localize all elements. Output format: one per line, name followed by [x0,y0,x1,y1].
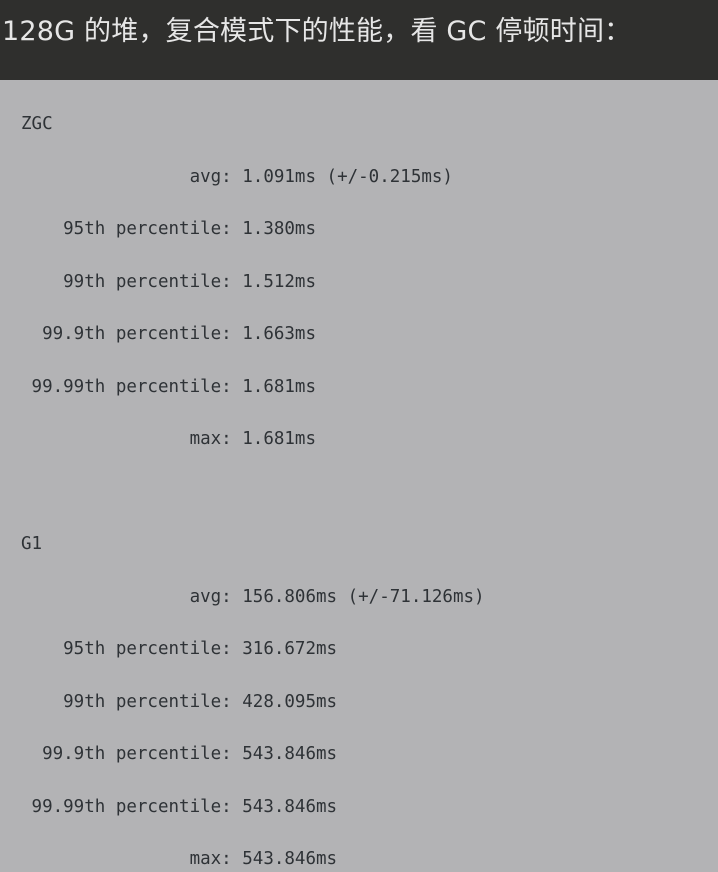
code-line-g1-p999: 99.9th percentile: 543.846ms [21,744,338,764]
code-line-zgc-p999: 99.9th percentile: 1.663ms [21,324,317,344]
code-block: ZGC avg: 1.091ms (+/-0.215ms) 95th perce… [0,80,718,872]
code-line-g1-avg: avg: 156.806ms (+/-71.126ms) [21,586,485,607]
section-heading: 128G 的堆，复合模式下的性能，看 GC 停顿时间： [2,16,632,47]
code-line-zgc-p99: 99th percentile: 1.512ms [21,271,317,292]
code-line-g1-title: G1 [21,534,43,554]
code-line-zgc-max: max: 1.681ms [21,429,317,449]
code-line-g1-p95: 95th percentile: 316.672ms [21,639,338,659]
code-line-g1-p99: 99th percentile: 428.095ms [21,691,338,712]
code-line-zgc-p95: 95th percentile: 1.380ms [21,219,317,239]
code-line-zgc-title: ZGC [21,114,53,134]
code-line-g1-max: max: 543.846ms [21,849,338,869]
code-panel: ZGC avg: 1.091ms (+/-0.215ms) 95th perce… [0,80,718,872]
code-line-zgc-p9999: 99.99th percentile: 1.681ms [21,376,317,397]
code-line-g1-p9999: 99.99th percentile: 543.846ms [21,796,338,817]
code-line-zgc-avg: avg: 1.091ms (+/-0.215ms) [21,166,453,187]
heading-bar: 128G 的堆，复合模式下的性能，看 GC 停顿时间： [0,0,718,80]
article-page: 128G 的堆，复合模式下的性能，看 GC 停顿时间： ZGC avg: 1.0… [0,0,718,872]
